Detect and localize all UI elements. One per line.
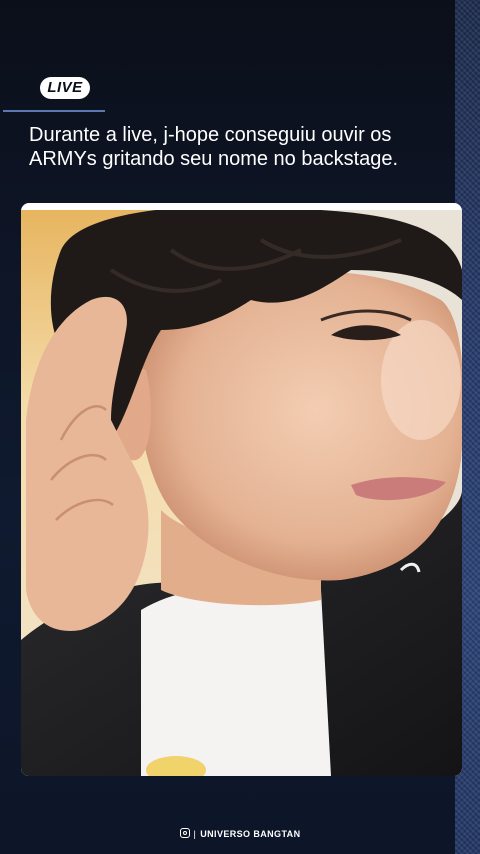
footer-separator: | <box>193 829 197 839</box>
person-photo <box>21 210 462 776</box>
photo-card <box>21 203 462 776</box>
badge-underline-divider <box>3 110 105 112</box>
instagram-icon[interactable] <box>179 828 190 838</box>
footer-brand[interactable]: UNIVERSO BANGTAN <box>200 829 300 839</box>
headline-text: Durante a live, j-hope conseguiu ouvir o… <box>29 124 399 170</box>
footer-credit: | UNIVERSO BANGTAN <box>0 828 480 839</box>
live-badge: LIVE <box>40 77 90 99</box>
